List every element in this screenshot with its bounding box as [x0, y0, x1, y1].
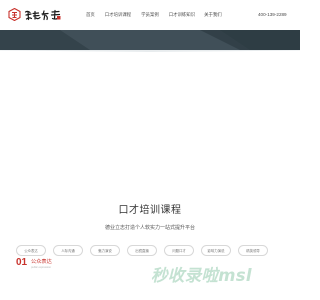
course-tag-interpersonal[interactable]: 人际沟通 [53, 245, 83, 256]
course-tags: 公众表达 人际沟通 魅力演说 出镜直播 问题口才 影响力演说 精英领导 [16, 245, 268, 256]
courses-section-subtitle: 德业立志打造个人软实力一站式提升平台 [104, 225, 195, 231]
course-tag-charisma-speech[interactable]: 魅力演说 [90, 245, 120, 256]
feature-section-title: 公众表达 [31, 259, 52, 265]
site-header: 首页 口才培训课程 学员案例 口才训练知识 关于我们 400-139-2289 [0, 0, 300, 30]
site-watermark: 秒收录啦msl [151, 266, 252, 285]
course-tag-public-expression[interactable]: 公众表达 [16, 245, 46, 256]
nav-home[interactable]: 首页 [86, 12, 95, 18]
banner-area [0, 52, 300, 182]
seal-logo-icon [8, 8, 21, 21]
nav-knowledge[interactable]: 口才训练知识 [169, 12, 195, 18]
nav-courses[interactable]: 口才培训课程 [105, 12, 131, 18]
feature-section-subtitle: public expression [31, 266, 52, 269]
course-tag-influence-speech[interactable]: 影响力演说 [201, 245, 231, 256]
course-tag-live-stream[interactable]: 出镜直播 [127, 245, 157, 256]
calligraphy-logo-mark [24, 9, 61, 20]
hero-banner [0, 30, 300, 50]
main-nav: 首页 口才培训课程 学员案例 口才训练知识 关于我们 [86, 12, 222, 18]
nav-about[interactable]: 关于我们 [204, 12, 222, 18]
course-tag-elite-leadership[interactable]: 精英领导 [238, 245, 268, 256]
site-logo[interactable] [8, 8, 62, 21]
feature-section-number: 01 [16, 257, 28, 268]
course-tag-problem-eloquence[interactable]: 问题口才 [164, 245, 194, 256]
hero-banner-shading [0, 30, 300, 50]
hotline-phone[interactable]: 400-139-2289 [258, 12, 287, 18]
courses-section-title: 口才培训课程 [118, 205, 182, 216]
nav-student-cases[interactable]: 学员案例 [141, 12, 159, 18]
